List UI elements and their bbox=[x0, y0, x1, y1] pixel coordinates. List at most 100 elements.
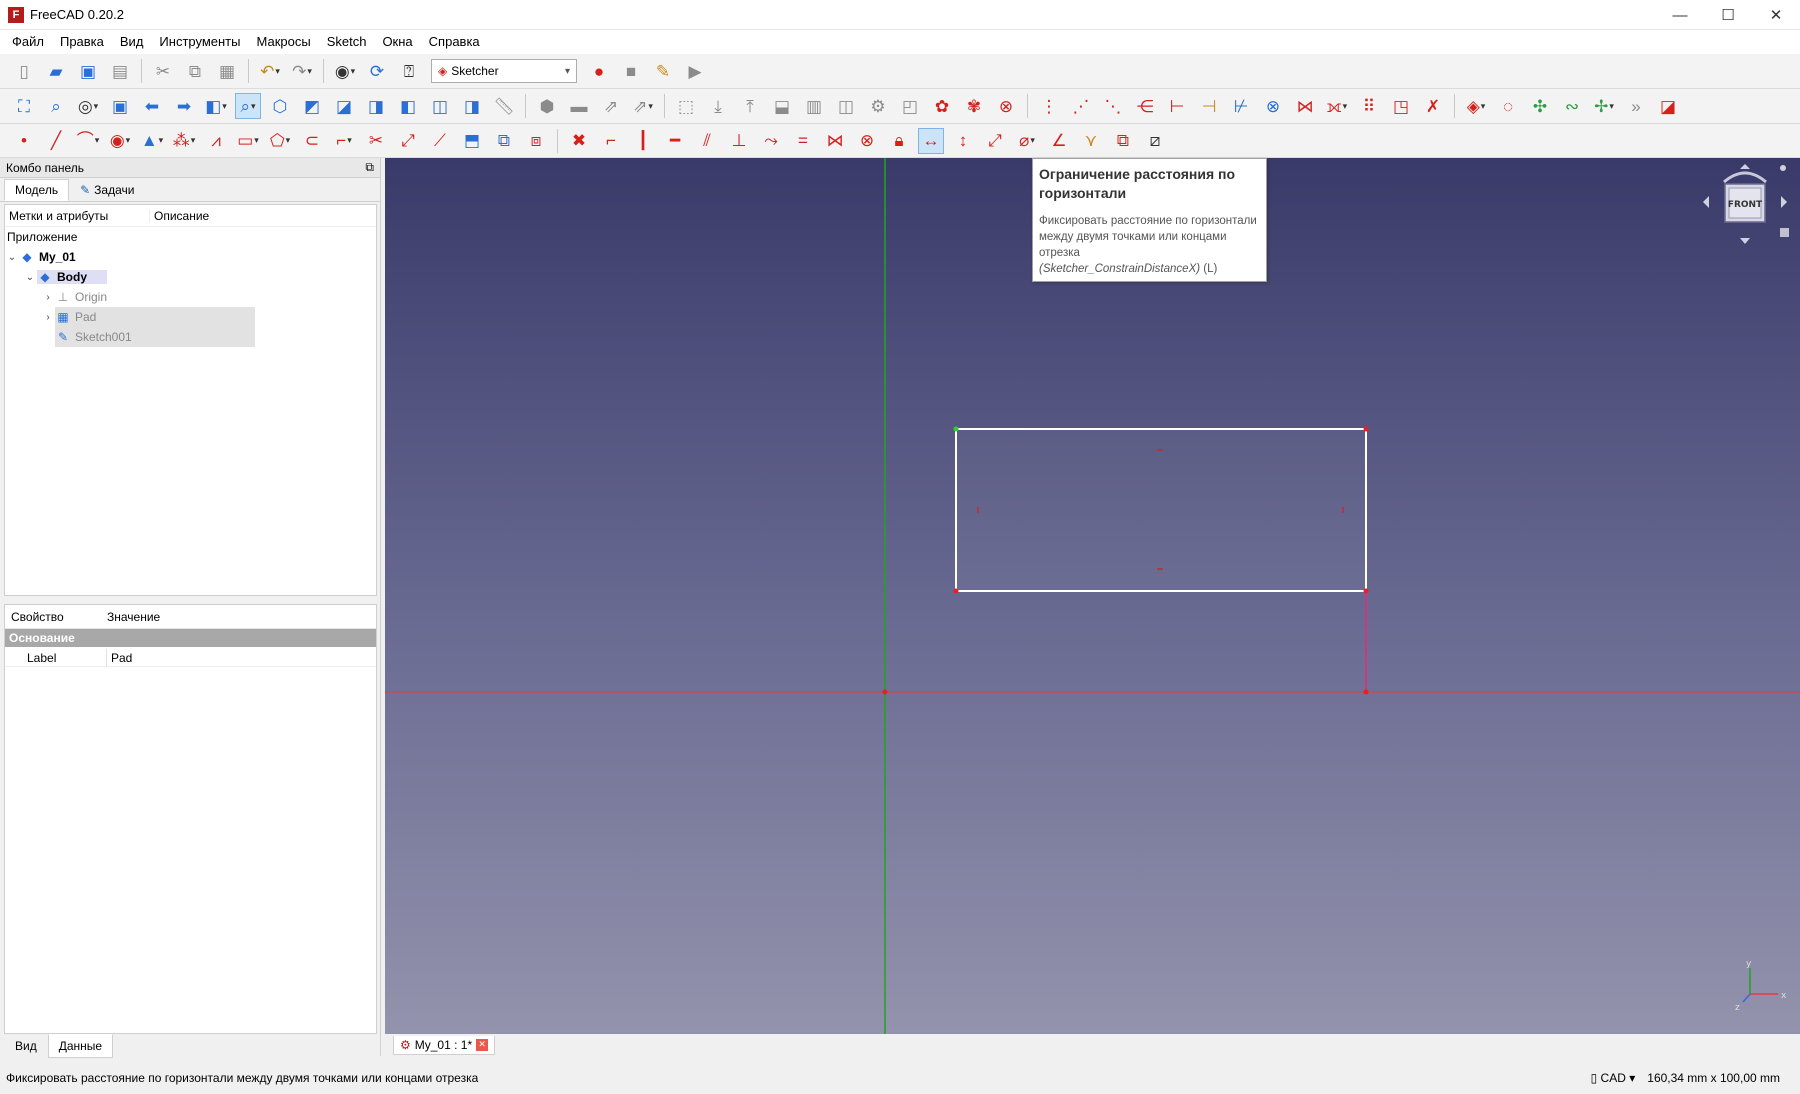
toggle-active-constraint-icon[interactable]: ⧄ bbox=[1142, 128, 1168, 154]
link-navigation-icon[interactable]: ◧ bbox=[203, 93, 229, 119]
view-menu-icon[interactable] bbox=[1780, 165, 1786, 171]
property-row[interactable]: Label Pad bbox=[5, 648, 376, 667]
refresh-recompute-icon[interactable]: ◉ bbox=[332, 58, 358, 84]
close-sketch-icon[interactable]: ⊗ bbox=[993, 93, 1019, 119]
menu-view[interactable]: Вид bbox=[112, 30, 152, 54]
create-line-icon[interactable]: ╱ bbox=[43, 128, 69, 154]
constrain-snell-icon[interactable]: ⋎ bbox=[1078, 128, 1104, 154]
menu-edit[interactable]: Правка bbox=[52, 30, 112, 54]
sketch-stop-icon[interactable]: ✾ bbox=[961, 93, 987, 119]
sketch-leave-icon[interactable]: ⤓ bbox=[705, 93, 731, 119]
menu-sketch[interactable]: Sketch bbox=[319, 30, 375, 54]
carbon-copy-icon[interactable]: ⧉ bbox=[491, 128, 517, 154]
sketch-merge-icon[interactable]: ⚙ bbox=[865, 93, 891, 119]
redo-icon[interactable]: ↷ bbox=[289, 58, 315, 84]
workbench-selector[interactable]: ◈ Sketcher ▾ bbox=[431, 59, 577, 83]
sketch-vertex[interactable] bbox=[953, 426, 959, 432]
bspline-knot-icon[interactable]: ✢ bbox=[1591, 93, 1617, 119]
rotate-arrow-icon[interactable] bbox=[1723, 171, 1767, 184]
constrain-tangent-icon[interactable]: ⤳ bbox=[758, 128, 784, 154]
constrain-horizontal-icon[interactable]: ━ bbox=[662, 128, 688, 154]
view-top-icon[interactable]: ◪ bbox=[331, 93, 357, 119]
create-circle-icon[interactable]: ◉ bbox=[107, 128, 133, 154]
menu-macro[interactable]: Макросы bbox=[248, 30, 318, 54]
menu-help[interactable]: Справка bbox=[421, 30, 488, 54]
create-bspline-icon[interactable]: ⁂ bbox=[171, 128, 197, 154]
view-rear-icon[interactable]: ◧ bbox=[395, 93, 421, 119]
property-group-base[interactable]: Основание bbox=[5, 629, 376, 647]
sketch-vertex[interactable] bbox=[953, 588, 959, 594]
up-arrow-icon[interactable] bbox=[1740, 164, 1750, 169]
view-bottom-icon[interactable]: ◫ bbox=[427, 93, 453, 119]
print-icon[interactable]: ▤ bbox=[107, 58, 133, 84]
tree-column-labels[interactable]: Метки и атрибуты bbox=[5, 208, 150, 223]
part-icon[interactable]: ⬢ bbox=[534, 93, 560, 119]
select-origin-icon[interactable]: ⋰ bbox=[1068, 93, 1094, 119]
nav-cube-graphic[interactable]: FRONT bbox=[1700, 160, 1790, 260]
forward-icon[interactable]: ➡ bbox=[171, 93, 197, 119]
origin-point[interactable] bbox=[882, 689, 888, 695]
chevron-right-icon[interactable]: › bbox=[41, 312, 55, 323]
create-point-icon[interactable]: • bbox=[11, 128, 37, 154]
create-fillet-icon[interactable]: ⌐ bbox=[331, 128, 357, 154]
sketch-canvas[interactable]: x y z bbox=[385, 158, 1800, 1034]
view-mode-icon[interactable] bbox=[1780, 228, 1789, 237]
paste-icon[interactable]: ▦ bbox=[214, 58, 240, 84]
maximize-button[interactable]: ☐ bbox=[1704, 0, 1752, 30]
constrain-distance-icon[interactable]: ⤢ bbox=[982, 128, 1008, 154]
sketch-attach-icon[interactable]: ⬓ bbox=[769, 93, 795, 119]
sketch-new-icon[interactable]: ⬚ bbox=[673, 93, 699, 119]
measure-distance-icon[interactable]: 📏︎ bbox=[491, 93, 517, 119]
view-right-icon[interactable]: ◨ bbox=[363, 93, 389, 119]
constrain-radius-icon[interactable]: ⌀ bbox=[1014, 128, 1040, 154]
symmetry-icon[interactable]: ⋈ bbox=[1292, 93, 1318, 119]
group-icon[interactable]: ▬ bbox=[566, 93, 592, 119]
constrain-symmetric-icon[interactable]: ⋈ bbox=[822, 128, 848, 154]
rectangular-array-icon[interactable]: ⠿ bbox=[1356, 93, 1382, 119]
create-polygon-icon[interactable]: ⬠ bbox=[267, 128, 293, 154]
toggle-driving-icon[interactable]: ⧉ bbox=[1110, 128, 1136, 154]
external-geometry-icon[interactable]: ⬒ bbox=[459, 128, 485, 154]
sketcher-virtual-space-icon[interactable]: ◪ bbox=[1655, 93, 1681, 119]
constrain-parallel-icon[interactable]: ⫽ bbox=[694, 128, 720, 154]
sketch-mirror-icon[interactable]: ◰ bbox=[897, 93, 923, 119]
constrain-lock-icon[interactable]: 🔒︎ bbox=[886, 128, 912, 154]
recompute-icon[interactable]: ⟳ bbox=[364, 58, 390, 84]
navigation-style[interactable]: ▯ CAD ▾ bbox=[1591, 1071, 1636, 1085]
constrain-vertical-icon[interactable]: ┃ bbox=[630, 128, 656, 154]
macro-record-icon[interactable]: ● bbox=[586, 58, 612, 84]
macro-edit-icon[interactable]: ✎ bbox=[650, 58, 676, 84]
select-redundant-icon[interactable]: ⊢ bbox=[1164, 93, 1190, 119]
constrain-point-on-object-icon[interactable]: ⌐ bbox=[598, 128, 624, 154]
sketch-vertex[interactable] bbox=[1363, 588, 1369, 594]
remove-axes-alignment-icon[interactable]: ◳ bbox=[1388, 93, 1414, 119]
sketch-vertex[interactable] bbox=[1363, 689, 1369, 695]
constrain-distance-y-icon[interactable]: ↕ bbox=[950, 128, 976, 154]
std-view-icon[interactable]: ⌕ bbox=[235, 93, 261, 119]
chevron-down-icon[interactable]: ⌄ bbox=[5, 252, 19, 263]
property-value[interactable]: Pad bbox=[107, 651, 132, 665]
save-icon[interactable]: ▣ bbox=[75, 58, 101, 84]
fit-all-icon[interactable]: ⛶ bbox=[11, 93, 37, 119]
select-horizontal-axis-icon[interactable]: ⋲ bbox=[1132, 93, 1158, 119]
down-arrow-icon[interactable] bbox=[1740, 238, 1750, 244]
constrain-perpendicular-icon[interactable]: ⊥ bbox=[726, 128, 752, 154]
navigation-cube[interactable]: FRONT bbox=[1700, 160, 1790, 260]
toolbar-overflow-icon[interactable]: » bbox=[1623, 93, 1649, 119]
constrain-equal-icon[interactable]: = bbox=[790, 128, 816, 154]
select-vertical-axis-icon[interactable]: ⋱ bbox=[1100, 93, 1126, 119]
constrain-angle-icon[interactable]: ∠ bbox=[1046, 128, 1072, 154]
create-polyline-icon[interactable]: ⩘ bbox=[203, 128, 229, 154]
trim-icon[interactable]: ✂ bbox=[363, 128, 389, 154]
chevron-down-icon[interactable]: ⌄ bbox=[23, 272, 37, 283]
create-arc-icon[interactable]: ⌒ bbox=[75, 128, 101, 154]
whats-this-icon[interactable]: ⍰ bbox=[396, 58, 422, 84]
fit-selection-icon[interactable]: ⌕ bbox=[43, 93, 69, 119]
make-link-icon[interactable]: ⇗ bbox=[598, 93, 624, 119]
tree-item-sketch001[interactable]: ✎ Sketch001 bbox=[5, 327, 376, 347]
delete-all-constraints-icon[interactable]: ✗ bbox=[1420, 93, 1446, 119]
undo-icon[interactable]: ↶ bbox=[257, 58, 283, 84]
bspline-show-icon[interactable]: ◈ bbox=[1463, 93, 1489, 119]
value-column[interactable]: Значение bbox=[107, 610, 160, 624]
bspline-increase-degree-icon[interactable]: ✣ bbox=[1527, 93, 1553, 119]
